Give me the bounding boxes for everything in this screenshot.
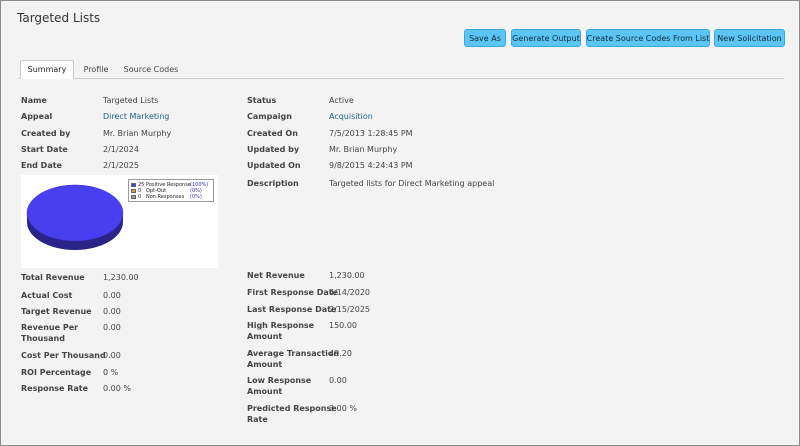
updated-by-value: Mr. Brian Murphy — [329, 145, 398, 154]
end-date-label: End Date — [21, 161, 62, 170]
status-label: Status — [247, 96, 277, 105]
end-date-value: 2/1/2025 — [103, 161, 139, 170]
campaign-label: Campaign — [247, 112, 292, 121]
name-value: Targeted Lists — [103, 96, 159, 105]
low-response-amount-value: 0.00 — [329, 376, 347, 385]
page-title: Targeted Lists — [17, 11, 101, 25]
created-by-value: Mr. Brian Murphy — [103, 129, 172, 138]
low-response-amount-label-line2: Amount — [247, 387, 283, 396]
average-transaction-amount-label-line1: Average Transaction — [247, 349, 340, 358]
window: Targeted Lists Save As Generate Output C… — [0, 0, 800, 446]
save-as-button[interactable]: Save As — [464, 29, 506, 47]
tab-source-codes[interactable]: Source Codes — [122, 60, 180, 78]
cost-per-thousand-value: 0.00 — [103, 351, 121, 360]
generate-output-button[interactable]: Generate Output — [511, 29, 581, 47]
updated-on-value: 9/8/2015 4:24:43 PM — [329, 161, 413, 170]
revenue-per-thousand-label-line1: Revenue Per — [21, 323, 79, 332]
response-rate-value: 0.00 % — [103, 384, 131, 393]
create-source-codes-button[interactable]: Create Source Codes From List — [586, 29, 710, 47]
new-solicitation-button[interactable]: New Solicitation — [714, 29, 785, 47]
tab-summary[interactable]: Summary — [20, 60, 74, 79]
description-label: Description — [247, 179, 299, 188]
tab-profile[interactable]: Profile — [80, 60, 112, 78]
created-on-label: Created On — [247, 129, 298, 138]
response-rate-label: Response Rate — [21, 384, 89, 393]
target-revenue-label: Target Revenue — [21, 307, 92, 316]
legend-swatch — [131, 183, 136, 187]
legend-percent: (0%) — [190, 194, 202, 200]
predicted-response-rate-value: 3.00 % — [329, 404, 357, 413]
tab-bar: Summary Profile Source Codes — [18, 60, 784, 79]
legend-swatch — [131, 195, 136, 199]
name-label: Name — [21, 96, 47, 105]
updated-on-label: Updated On — [247, 161, 301, 170]
net-revenue-value: 1,230.00 — [329, 271, 365, 280]
net-revenue-label: Net Revenue — [247, 271, 305, 280]
created-on-value: 7/5/2013 1:28:45 PM — [329, 129, 413, 138]
average-transaction-amount-label-line2: Amount — [247, 360, 283, 369]
predicted-response-rate-label-line1: Predicted Response — [247, 404, 337, 413]
chart-legend: 25 Positive Response (100%) 0 Opt-Out (0… — [128, 179, 214, 202]
total-revenue-value: 1,230.00 — [103, 273, 139, 282]
status-value: Active — [329, 96, 354, 105]
legend-label: Non Responses — [146, 194, 185, 200]
revenue-per-thousand-value: 0.00 — [103, 323, 121, 332]
target-revenue-value: 0.00 — [103, 307, 121, 316]
start-date-label: Start Date — [21, 145, 68, 154]
cost-per-thousand-label: Cost Per Thousand — [21, 351, 106, 360]
high-response-amount-label-line1: High Response — [247, 321, 315, 330]
roi-value: 0 % — [103, 368, 119, 377]
high-response-amount-label-line2: Amount — [247, 332, 283, 341]
campaign-link[interactable]: Acquisition — [329, 111, 373, 122]
last-response-date-value: 2/15/2025 — [329, 305, 371, 314]
actual-cost-label: Actual Cost — [21, 291, 73, 300]
actual-cost-value: 0.00 — [103, 291, 121, 300]
updated-by-label: Updated by — [247, 145, 300, 154]
low-response-amount-label-line1: Low Response — [247, 376, 312, 385]
description-value: Targeted lists for Direct Marketing appe… — [329, 179, 495, 188]
total-revenue-label: Total Revenue — [21, 273, 85, 282]
created-by-label: Created by — [21, 129, 71, 138]
appeal-label: Appeal — [21, 112, 53, 121]
first-response-date-label: First Response Date — [247, 288, 339, 297]
legend-count: 0 — [138, 194, 142, 200]
legend-swatch — [131, 189, 136, 193]
first-response-date-value: 4/14/2020 — [329, 288, 371, 297]
appeal-link[interactable]: Direct Marketing — [103, 111, 169, 122]
revenue-per-thousand-label-line2: Thousand — [21, 334, 65, 343]
pie-slice-positive-response — [26, 184, 124, 242]
high-response-amount-value: 150.00 — [329, 321, 357, 330]
roi-label: ROI Percentage — [21, 368, 92, 377]
start-date-value: 2/1/2024 — [103, 145, 139, 154]
legend-item: 0 Non Responses (0%) — [131, 194, 202, 200]
predicted-response-rate-label-line2: Rate — [247, 415, 268, 424]
average-transaction-amount-value: 49.20 — [329, 349, 352, 358]
last-response-date-label: Last Response Date — [247, 305, 337, 314]
